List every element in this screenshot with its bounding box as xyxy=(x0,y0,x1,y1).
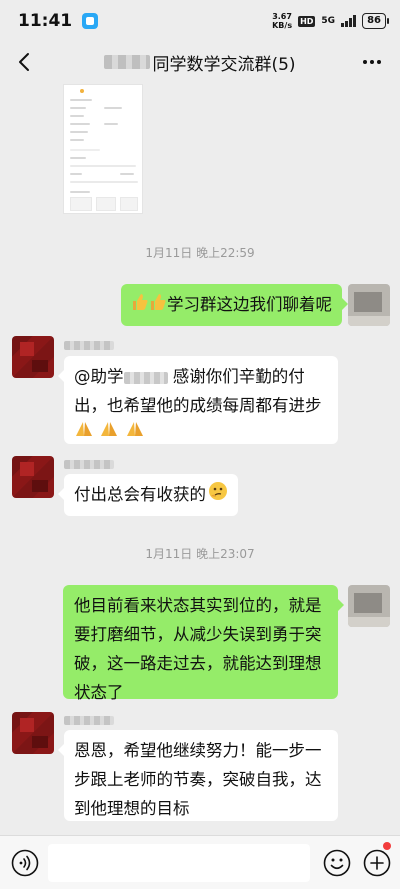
incoming-message[interactable]: 付出总会有收获的 xyxy=(58,474,238,516)
emoji-icon[interactable] xyxy=(322,848,352,878)
message-line: 恩恩，希望他继续努力！能一步一 xyxy=(74,741,322,760)
chat-title-wrap: 同学数学交流群(5) xyxy=(104,50,296,75)
outgoing-message[interactable]: 学习群这边我们聊着呢 xyxy=(121,284,348,326)
chevron-left-icon[interactable] xyxy=(14,51,36,73)
message-line: 出，也希望他的成绩每周都有进步 xyxy=(74,396,322,415)
message-text: 感谢你们辛勤的付 xyxy=(172,367,305,386)
message-line: 要打磨细节，从减少失误到勇于突 xyxy=(74,625,322,644)
blurred-name xyxy=(123,371,168,384)
incoming-message[interactable]: 恩恩，希望他继续努力！能一步一 步跟上老师的节奏，突破自我，达 到他理想的目标 xyxy=(58,730,338,821)
avatar[interactable] xyxy=(348,585,390,627)
thinking-emoji xyxy=(208,481,228,510)
thumbs-up-emoji xyxy=(131,291,149,320)
thumbs-up-emoji xyxy=(149,291,167,320)
avatar[interactable] xyxy=(12,336,54,378)
signal-icon xyxy=(341,15,357,27)
plus-icon[interactable] xyxy=(362,848,392,878)
incoming-message[interactable]: @助学 感谢你们辛勤的付 出，也希望他的成绩每周都有进步 xyxy=(58,356,338,444)
network-speed-unit: KB/s xyxy=(272,21,293,30)
sender-name xyxy=(64,716,114,725)
battery-level: 86 xyxy=(362,13,389,29)
sender-name xyxy=(64,341,114,350)
pray-emoji xyxy=(74,420,94,444)
chat-header: 同学数学交流群(5) xyxy=(0,42,400,82)
app-notification-icon xyxy=(82,13,99,29)
status-indicators: 3.67 KB/s HD 5G 86 xyxy=(272,12,389,30)
message-line: 破，这一路走过去，就能达到理想 xyxy=(74,654,322,673)
message-line: 到他理想的目标 xyxy=(74,799,190,818)
timestamp: 1月11日 晚上22:59 xyxy=(145,246,255,260)
timestamp: 1月11日 晚上23:07 xyxy=(145,547,255,561)
message-text: 付出总会有收获的 xyxy=(74,485,206,504)
network-speed-value: 3.67 xyxy=(272,12,292,21)
sender-name xyxy=(64,460,114,469)
avatar[interactable] xyxy=(12,712,54,754)
message-line: 步跟上老师的节奏，突破自我，达 xyxy=(74,770,322,789)
pray-emoji xyxy=(125,420,145,444)
chat-input-bar xyxy=(0,835,400,889)
message-line: @助学 感谢你们辛勤的付 xyxy=(74,362,328,391)
network-type: 5G xyxy=(321,16,336,26)
voice-icon[interactable] xyxy=(10,848,40,878)
hd-badge: HD xyxy=(298,15,316,27)
notification-dot xyxy=(383,842,391,850)
pray-emoji xyxy=(99,420,119,444)
chat-title: 同学数学交流群(5) xyxy=(152,54,296,75)
shared-image-thumbnail[interactable] xyxy=(63,84,143,214)
message-line: 他目前看来状态其实到位的，就是 xyxy=(74,596,322,615)
avatar[interactable] xyxy=(348,284,390,326)
status-bar: 11:41 3.67 KB/s HD 5G 86 xyxy=(0,0,400,42)
more-dots-icon[interactable] xyxy=(360,50,384,74)
network-speed: 3.67 KB/s xyxy=(272,12,292,30)
outgoing-message[interactable]: 他目前看来状态其实到位的，就是 要打磨细节，从减少失误到勇于突 破，这一路走过去… xyxy=(63,585,344,702)
message-input[interactable] xyxy=(48,844,310,882)
message-line: 状态了 xyxy=(74,683,124,702)
status-time: 11:41 xyxy=(18,11,73,31)
avatar[interactable] xyxy=(12,456,54,498)
emoji-row xyxy=(74,420,328,442)
message-text: 学习群这边我们聊着呢 xyxy=(167,295,332,314)
blurred-name xyxy=(104,55,151,69)
mention: @助学 xyxy=(74,367,124,386)
